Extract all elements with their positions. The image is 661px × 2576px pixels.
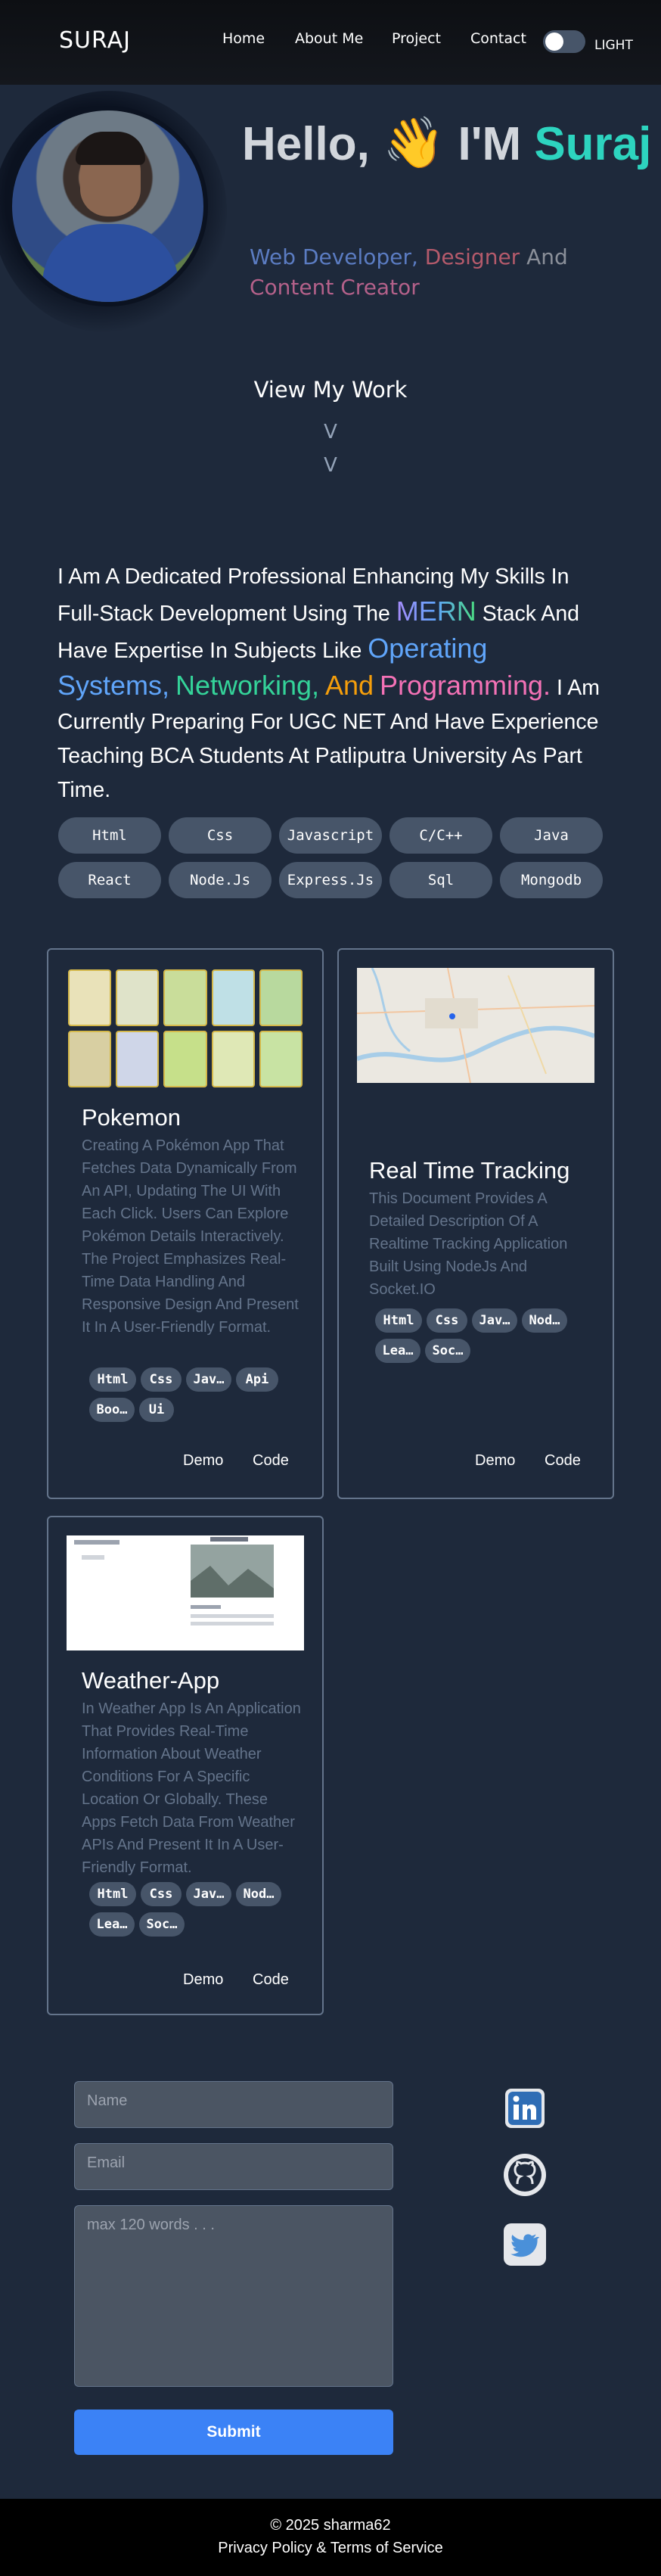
tech-tag: Nod… bbox=[236, 1882, 281, 1906]
tech-tag: Soc… bbox=[425, 1339, 470, 1363]
project-description: In Weather App Is An Application That Pr… bbox=[82, 1700, 301, 1876]
nav-link-home[interactable]: Home bbox=[222, 30, 265, 47]
tech-tag: Lea… bbox=[89, 1912, 135, 1937]
tech-tag: Jav… bbox=[186, 1367, 231, 1392]
theme-toggle[interactable] bbox=[543, 30, 585, 53]
project-card-tracking: Real Time Tracking This Document Provide… bbox=[337, 948, 614, 1499]
skill-chip: Css bbox=[169, 817, 272, 854]
project-title: Real Time Tracking bbox=[369, 1157, 570, 1184]
github-icon[interactable] bbox=[502, 2152, 548, 2198]
chevron-down-icon[interactable]: V bbox=[0, 421, 661, 443]
tech-tag: Soc… bbox=[139, 1912, 185, 1937]
project-card-pokemon: Pokemon Creating A Pokémon App That Fetc… bbox=[47, 948, 324, 1499]
footer-copyright: © 2025 sharma62 bbox=[270, 2517, 391, 2534]
tech-tag: Nod… bbox=[522, 1308, 567, 1333]
hero-roles: Web Developer, Designer And Content Crea… bbox=[250, 242, 613, 303]
pokemon-thumbnail bbox=[68, 969, 303, 1087]
hero-name: Suraj bbox=[534, 118, 652, 170]
tech-tag: Css bbox=[141, 1882, 182, 1906]
tech-tag: Jav… bbox=[472, 1308, 517, 1333]
project-description: This Document Provides A Detailed Descri… bbox=[369, 1190, 568, 1298]
profile-avatar bbox=[8, 106, 208, 306]
tech-tag: Boo… bbox=[89, 1398, 135, 1422]
skill-chip: Java bbox=[500, 817, 603, 854]
project-title: Weather-App bbox=[82, 1667, 220, 1694]
hero-greeting: Hello, 👋 I'M Suraj bbox=[242, 114, 651, 173]
brand-logo[interactable]: SURAJ bbox=[59, 27, 131, 54]
message-textarea[interactable]: max 120 words . . . bbox=[74, 2205, 393, 2387]
top-navbar: SURAJ Home About Me Project Contact LIGH… bbox=[0, 0, 661, 85]
nav-link-project[interactable]: Project bbox=[392, 30, 441, 47]
subject-networking: Networking, bbox=[175, 670, 320, 701]
toggle-knob bbox=[545, 33, 563, 51]
tech-tag: Ui bbox=[139, 1398, 174, 1422]
skill-chip: Javascript bbox=[279, 817, 382, 854]
site-footer: © 2025 sharma62 Privacy Policy & Terms o… bbox=[0, 2499, 661, 2576]
project-description: Creating A Pokémon App That Fetches Data… bbox=[82, 1137, 299, 1336]
theme-toggle-label: LIGHT bbox=[594, 38, 633, 53]
nav-link-about[interactable]: About Me bbox=[295, 30, 363, 47]
role-web-developer: Web Developer, bbox=[250, 244, 418, 269]
tech-tag: Html bbox=[89, 1367, 136, 1392]
skill-chip: Mongodb bbox=[500, 862, 603, 898]
code-link[interactable]: Code bbox=[253, 1971, 289, 1989]
tech-tag: Html bbox=[375, 1308, 422, 1333]
demo-link[interactable]: Demo bbox=[475, 1452, 515, 1470]
demo-link[interactable]: Demo bbox=[183, 1971, 223, 1989]
subject-programming: Programming. bbox=[379, 670, 551, 701]
about-paragraph: I Am A Dedicated Professional Enhancing … bbox=[57, 560, 604, 807]
tech-tag: Api bbox=[236, 1367, 278, 1392]
skill-chip: Sql bbox=[389, 862, 492, 898]
im-text: I'M bbox=[458, 118, 522, 170]
tech-tag: Css bbox=[141, 1367, 182, 1392]
code-link[interactable]: Code bbox=[253, 1452, 289, 1470]
project-title: Pokemon bbox=[82, 1104, 181, 1131]
submit-button[interactable]: Submit bbox=[74, 2410, 393, 2455]
nav-link-contact[interactable]: Contact bbox=[470, 30, 526, 47]
tech-tag: Html bbox=[89, 1882, 136, 1906]
wave-icon: 👋 bbox=[383, 114, 445, 170]
role-content-creator: Content Creator bbox=[250, 275, 420, 300]
tech-tag: Lea… bbox=[375, 1339, 420, 1363]
tech-tag: Jav… bbox=[186, 1882, 231, 1906]
map-thumbnail bbox=[357, 968, 594, 1083]
project-card-weather: Weather-App In Weather App Is An Applica… bbox=[47, 1516, 324, 2015]
weather-thumbnail bbox=[67, 1535, 304, 1650]
chevron-down-icon[interactable]: V bbox=[0, 454, 661, 477]
linkedin-icon[interactable] bbox=[502, 2086, 548, 2131]
subject-and: And bbox=[324, 670, 374, 701]
greeting-text: Hello, bbox=[242, 118, 370, 170]
tech-tag: Css bbox=[427, 1308, 467, 1333]
role-and: And bbox=[526, 244, 568, 269]
footer-policy-link[interactable]: Privacy Policy & Terms of Service bbox=[0, 2537, 661, 2559]
name-input[interactable]: Name bbox=[74, 2081, 393, 2128]
email-input[interactable]: Email bbox=[74, 2143, 393, 2190]
skill-chip: C/C++ bbox=[389, 817, 492, 854]
role-designer: Designer bbox=[424, 244, 520, 269]
code-link[interactable]: Code bbox=[545, 1452, 581, 1470]
mern-highlight: MERN bbox=[396, 596, 476, 627]
skill-chip: Node.Js bbox=[169, 862, 272, 898]
view-work-link[interactable]: View My Work bbox=[0, 377, 661, 403]
skill-chip: React bbox=[58, 862, 161, 898]
demo-link[interactable]: Demo bbox=[183, 1452, 223, 1470]
skill-chip: Express.Js bbox=[279, 862, 382, 898]
skill-chip: Html bbox=[58, 817, 161, 854]
twitter-icon[interactable] bbox=[502, 2222, 548, 2267]
